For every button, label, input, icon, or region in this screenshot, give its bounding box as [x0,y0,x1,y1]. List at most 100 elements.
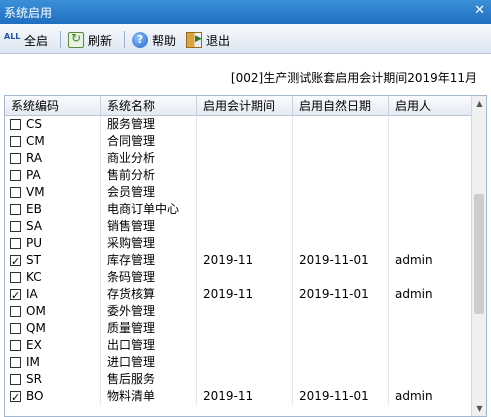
enable-checkbox[interactable] [10,389,21,405]
enable-checkbox[interactable] [10,287,21,303]
cell-enable-date [293,116,389,133]
cell-enable-date [293,218,389,235]
help-icon: ? [132,32,148,48]
table-row[interactable]: SR 售后服务 [5,371,472,388]
table-row[interactable]: PA 售前分析 [5,167,472,184]
cell-system-name: 售后服务 [101,371,197,388]
scroll-thumb[interactable] [474,194,484,314]
cell-enable-period [197,150,293,167]
table-row[interactable]: BO物料清单2019-112019-11-01 admin [5,388,472,405]
table-row[interactable]: IA存货核算2019-112019-11-01 admin [5,286,472,303]
cell-enabled-by [389,235,472,252]
table-row[interactable]: EB 电商订单中心 [5,201,472,218]
cell-enable-period: 2019-11 [197,286,293,303]
enable-checkbox[interactable] [10,153,21,164]
table-row[interactable]: KC 条码管理 [5,269,472,286]
cell-enabled-by [389,337,472,354]
table-row[interactable]: PU 采购管理 [5,235,472,252]
cell-enable-period [197,320,293,337]
cell-enable-date [293,303,389,320]
cell-system-code: PA [5,167,101,184]
cell-system-code: IM [5,354,101,371]
cell-system-name: 商业分析 [101,150,197,167]
table-row[interactable]: OM 委外管理 [5,303,472,320]
exit-button[interactable]: 退出 [186,30,230,50]
cell-system-name: 电商订单中心 [101,201,197,218]
header-enable-date[interactable]: 启用自然日期 [293,96,389,116]
help-label: 帮助 [152,33,177,48]
cell-enabled-by [389,150,472,167]
cell-enabled-by [389,269,472,286]
enable-checkbox[interactable] [10,253,21,269]
header-enable-period[interactable]: 启用会计期间 [197,96,293,116]
header-system-code[interactable]: 系统编码 [5,96,101,116]
refresh-button[interactable]: 刷新 [68,30,112,50]
table-row[interactable]: VM 会员管理 [5,184,472,201]
table-row[interactable]: CS 服务管理 [5,116,472,133]
close-icon[interactable]: ✕ [474,3,485,18]
cell-system-code: SA [5,218,101,235]
cell-enabled-by [389,303,472,320]
table-row[interactable]: CM 合同管理 [5,133,472,150]
toolbar-divider [60,31,61,48]
table-row[interactable]: IM 进口管理 [5,354,472,371]
enable-all-button[interactable]: ALL 全启 [4,30,48,50]
cell-system-name: 合同管理 [101,133,197,150]
cell-enable-period: 2019-11 [197,388,293,405]
enable-checkbox[interactable] [10,136,21,147]
cell-enable-date [293,337,389,354]
cell-enabled-by: admin [395,287,433,301]
enable-checkbox[interactable] [10,357,21,368]
help-button[interactable]: ? 帮助 [132,30,176,50]
cell-enable-date: 2019-11-01 [293,388,389,405]
cell-system-name: 出口管理 [101,337,197,354]
header-system-name[interactable]: 系统名称 [101,96,197,116]
cell-system-name: 进口管理 [101,354,197,371]
enable-checkbox[interactable] [10,204,21,215]
scroll-up-icon[interactable]: ▲ [472,96,486,111]
enable-checkbox[interactable] [10,374,21,385]
enable-checkbox[interactable] [10,221,21,232]
refresh-label: 刷新 [88,33,113,48]
table-row[interactable]: RA 商业分析 [5,150,472,167]
header-enabled-by[interactable]: 启用人 [389,96,472,116]
cell-enabled-by [389,133,472,150]
cell-system-code: CM [5,133,101,150]
enable-checkbox[interactable] [10,323,21,334]
enable-checkbox[interactable] [10,187,21,198]
cell-system-code: SR [5,371,101,388]
title-bar: 系统启用 ✕ [0,0,491,24]
cell-enable-date [293,201,389,218]
table-body: CS 服务管理 CM 合同管理 RA 商业分析 PA 售前分析 VM 会员管理 EB 电商订单中心 SA… [5,116,472,405]
cell-system-code: CS [5,116,101,133]
cell-enable-period [197,184,293,201]
enable-checkbox[interactable] [10,119,21,130]
enable-checkbox[interactable] [10,272,21,283]
scroll-down-icon[interactable]: ▼ [472,401,486,416]
table-row[interactable]: SA 销售管理 [5,218,472,235]
cell-system-code: PU [5,235,101,252]
cell-enable-date [293,371,389,388]
cell-system-name: 存货核算 [101,286,197,303]
cell-enabled-by [389,218,472,235]
cell-system-code: OM [5,303,101,320]
refresh-icon [68,31,84,48]
account-period-label: [002]生产测试账套启用会计期间2019年11月 [230,71,477,85]
table-row[interactable]: QM 质量管理 [5,320,472,337]
cell-enable-date [293,167,389,184]
cell-system-code: RA [5,150,101,167]
cell-enable-period [197,235,293,252]
vertical-scrollbar[interactable]: ▲ ▼ [471,96,486,416]
cell-enabled-by [389,167,472,184]
table-row[interactable]: EX 出口管理 [5,337,472,354]
cell-enable-date [293,150,389,167]
cell-enable-period [197,133,293,150]
cell-system-code: BO [5,388,101,405]
enable-checkbox[interactable] [10,340,21,351]
enable-checkbox[interactable] [10,238,21,249]
table-row[interactable]: ST库存管理2019-112019-11-01 admin [5,252,472,269]
enable-checkbox[interactable] [10,306,21,317]
enable-checkbox[interactable] [10,170,21,181]
enable-all-icon: ALL [4,32,21,41]
toolbar-divider [124,31,125,48]
